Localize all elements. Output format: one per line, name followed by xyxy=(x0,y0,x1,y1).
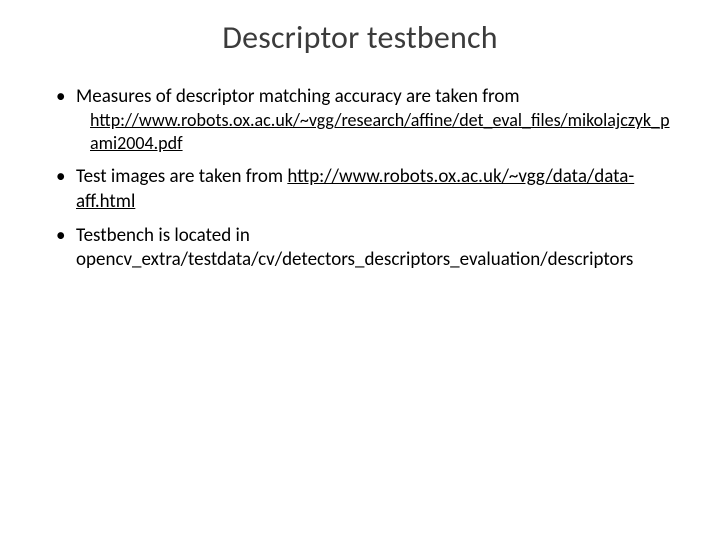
bullet-item: Measures of descriptor matching accuracy… xyxy=(50,85,670,155)
bullet-text: Measures of descriptor matching accuracy… xyxy=(76,85,520,108)
bullet-item: Testbench is located in opencv_extra/tes… xyxy=(50,224,670,273)
slide: Descriptor testbench Measures of descrip… xyxy=(0,0,720,540)
reference-link[interactable]: http://www.robots.ox.ac.uk/~vgg/research… xyxy=(90,109,670,154)
bullet-list: Measures of descriptor matching accuracy… xyxy=(50,85,670,273)
slide-title: Descriptor testbench xyxy=(50,18,670,57)
bullet-item: Test images are taken from http://www.ro… xyxy=(50,165,670,214)
bullet-text: Test images are taken from xyxy=(76,165,287,188)
bullet-text: Testbench is located in opencv_extra/tes… xyxy=(76,224,633,271)
